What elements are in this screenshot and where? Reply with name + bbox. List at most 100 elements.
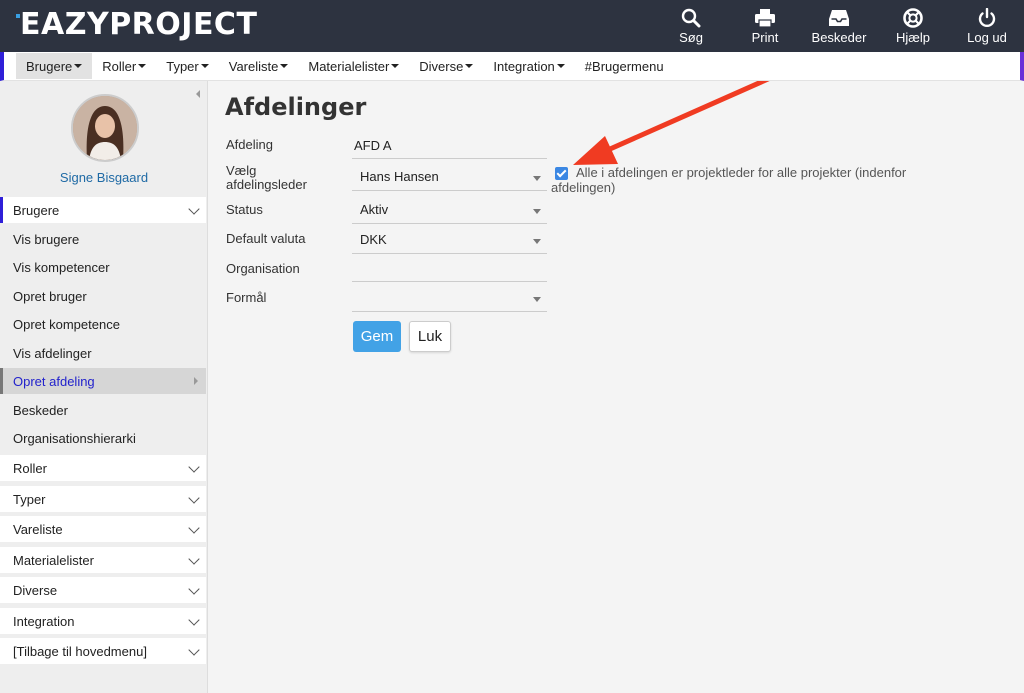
sidebar-item-vis-afdelinger[interactable]: Vis afdelinger [0,340,206,366]
sidebar-item-vis-kompetencer[interactable]: Vis kompetencer [0,254,206,280]
status-value: Aktiv [360,202,389,217]
sidebar-item-organisationshierarki[interactable]: Organisationshierarki [0,425,206,451]
sidebar-item-opret-bruger[interactable]: Opret bruger [0,283,206,309]
logo-text: EAZYPROJECT [20,7,258,42]
logout-button[interactable]: Log ud [950,0,1024,52]
nav-item-typer[interactable]: Typer [156,53,219,79]
save-button[interactable]: Gem [353,321,401,352]
section-label: Materialelister [13,552,94,568]
formaal-select[interactable] [352,284,547,312]
logout-label: Log ud [967,30,1007,45]
organisation-label: Organisation [226,261,300,276]
section-label: [Tilbage til hovedmenu] [13,643,147,659]
afdeling-input[interactable]: AFD A [352,133,547,159]
sidebar-item-label: Beskeder [13,402,68,418]
caret-down-icon [138,64,147,68]
lifebuoy-icon [903,8,923,28]
afdeling-label: Afdeling [226,137,273,152]
section-label: Diverse [13,582,58,598]
print-label: Print [751,30,779,45]
nav-label: Materialelister [308,58,390,74]
sidebar-item-label: Opret bruger [13,288,87,304]
organisation-input[interactable] [352,256,547,282]
caret-down-icon [74,64,83,68]
nav-item-integration[interactable]: Integration [483,53,574,79]
nav-item-diverse[interactable]: Diverse [409,53,483,79]
chevron-down-icon [188,461,200,473]
nav-label: Integration [493,58,555,74]
nav-item-brugermenu[interactable]: #Brugermenu [575,53,674,79]
collapse-sidebar-icon[interactable] [196,90,200,98]
section-label: Vareliste [13,521,63,537]
print-button[interactable]: Print [728,0,802,52]
app-logo[interactable]: EAZYPROJECT [16,7,258,42]
sidebar-item-label: Opret afdeling [13,373,95,389]
sidebar-item-opret-afdeling[interactable]: Opret afdeling [0,368,206,394]
close-button[interactable]: Luk [409,321,451,352]
sidebar-section-materialelister[interactable]: Materialelister [0,547,206,573]
nav-label: Vareliste [228,58,279,74]
dropdown-arrow-icon [533,176,541,181]
caret-down-icon [465,64,474,68]
chevron-down-icon [188,553,200,565]
sidebar-item-label: Vis brugere [13,231,80,247]
sidebar-item-label: Vis kompetencer [13,259,110,275]
sidebar-item-opret-kompetence[interactable]: Opret kompetence [0,311,206,337]
avatar-image [73,96,137,160]
inbox-icon [829,10,849,26]
nav-label: Diverse [419,58,464,74]
main-nav: Brugere Roller Typer Vareliste Materiale… [0,52,1024,81]
caret-down-icon [280,64,289,68]
afdelingsleder-select[interactable]: Hans Hansen [352,163,547,191]
formaal-label: Formål [226,290,267,305]
valuta-value: DKK [360,232,387,247]
chevron-down-icon [188,492,200,504]
section-label: Integration [13,613,75,629]
chevron-right-icon [194,377,198,385]
sidebar-item-beskeder[interactable]: Beskeder [0,397,206,423]
nav-item-vareliste[interactable]: Vareliste [219,53,299,79]
avatar[interactable] [71,94,139,162]
search-button[interactable]: Søg [654,0,728,52]
chevron-down-icon [188,644,200,656]
status-select[interactable]: Aktiv [352,196,547,224]
chevron-down-icon [188,203,200,215]
sidebar-section-vareliste[interactable]: Vareliste [0,516,206,542]
afdelingsleder-value: Hans Hansen [360,169,439,184]
chevron-down-icon [188,583,200,595]
printer-icon [755,9,775,28]
caret-down-icon [556,64,565,68]
nav-item-roller[interactable]: Roller [92,53,156,79]
nav-item-brugere[interactable]: Brugere [16,53,93,79]
sidebar-section-typer[interactable]: Typer [0,486,206,512]
help-label: Hjælp [896,30,930,45]
search-icon [681,8,701,28]
nav-label: Brugere [26,58,73,74]
sidebar-item-label: Vis afdelinger [13,345,92,361]
page-title: Afdelinger [225,93,367,121]
chevron-down-icon [188,522,200,534]
section-label: Typer [13,491,46,507]
nav-label: Roller [102,58,137,74]
power-icon [978,8,996,28]
valuta-select[interactable]: DKK [352,226,547,254]
dropdown-arrow-icon [533,297,541,302]
top-bar: EAZYPROJECT Søg Print Beskeder Hjælp Log… [0,0,1024,52]
nav-item-materialelister[interactable]: Materialelister [298,53,409,79]
sidebar-section-tilbage[interactable]: [Tilbage til hovedmenu] [0,638,206,664]
sidebar: Signe Bisgaard Brugere Vis brugere Vis k… [0,81,208,693]
projektleder-checkbox-label: Alle i afdelingen er projektleder for al… [551,165,907,195]
user-name[interactable]: Signe Bisgaard [0,170,208,185]
section-label: Roller [13,460,47,476]
section-label: Brugere [13,202,60,218]
sidebar-section-integration[interactable]: Integration [0,608,206,634]
messages-button[interactable]: Beskeder [802,0,876,52]
sidebar-section-roller[interactable]: Roller [0,455,206,481]
messages-label: Beskeder [811,30,867,45]
sidebar-section-diverse[interactable]: Diverse [0,577,206,603]
valuta-label: Default valuta [226,231,306,246]
sidebar-item-vis-brugere[interactable]: Vis brugere [0,226,206,252]
sidebar-section-brugere[interactable]: Brugere [0,197,206,223]
caret-down-icon [391,64,400,68]
help-button[interactable]: Hjælp [876,0,950,52]
